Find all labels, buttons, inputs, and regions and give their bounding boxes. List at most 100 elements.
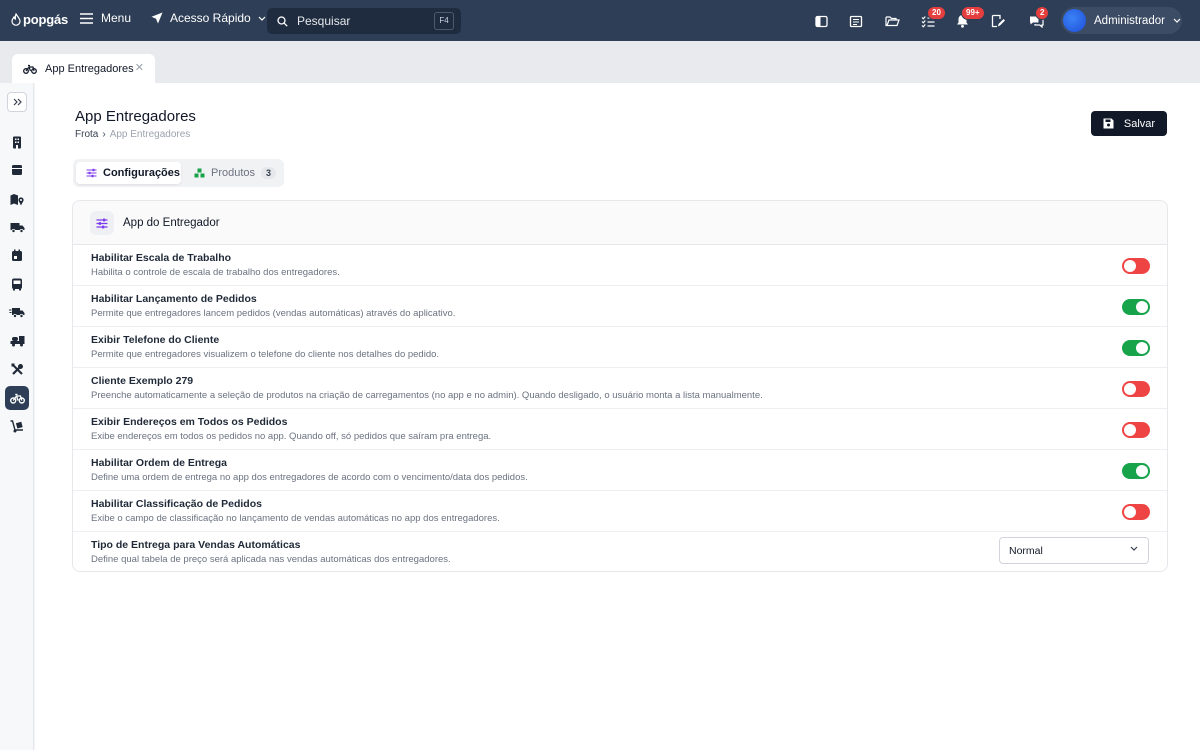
edit-button[interactable] (989, 12, 1007, 30)
tab-produtos[interactable]: Produtos 3 (191, 162, 281, 184)
menu-button[interactable]: Menu (80, 11, 131, 25)
quick-access-button[interactable]: Acesso Rápido (151, 11, 266, 25)
hand-truck-icon (10, 419, 23, 432)
sidebar-item-bus[interactable] (5, 272, 29, 296)
setting-toggle[interactable] (1122, 504, 1150, 520)
search-shortcut: F4 (434, 12, 454, 30)
search-input[interactable] (297, 14, 417, 28)
user-name: Administrador (1094, 14, 1165, 27)
tools-icon (11, 363, 23, 375)
tasks-button[interactable]: 20 (919, 6, 946, 30)
setting-toggle[interactable] (1122, 422, 1150, 438)
search-box[interactable]: F4 (267, 8, 461, 34)
setting-description: Permite que entregadores lancem pedidos … (91, 308, 456, 319)
delivery-type-select[interactable]: Normal (999, 537, 1149, 564)
breadcrumb-current: App Entregadores (109, 129, 191, 140)
calendar-icon (12, 249, 22, 261)
edit-note-icon (991, 14, 1005, 28)
user-menu-button[interactable]: Administrador (1061, 7, 1182, 34)
sidebar-item-dolly[interactable] (5, 414, 29, 438)
setting-description: Define uma ordem de entrega no app dos e… (91, 472, 528, 483)
bicycle-icon (23, 64, 37, 74)
sliders-icon (90, 211, 114, 235)
bicycle-icon (9, 393, 25, 404)
sidebar-item-tools[interactable] (5, 357, 29, 381)
save-button[interactable]: Salvar (1091, 111, 1167, 136)
avatar (1063, 9, 1086, 32)
sidebar-item-tank-truck[interactable] (5, 329, 29, 353)
setting-toggle[interactable] (1122, 381, 1150, 397)
main-content: App Entregadores Frota › App Entregadore… (35, 83, 1200, 750)
setting-description: Define qual tabela de preço será aplicad… (91, 554, 451, 565)
messages-button[interactable]: 2 (1027, 6, 1050, 30)
tab-bar: Configurações Produtos 3 (73, 159, 284, 187)
building-icon (13, 136, 21, 148)
setting-title: Habilitar Escala de Trabalho (91, 252, 232, 264)
settings-card: App do Entregador Habilitar Escala de Tr… (72, 200, 1168, 572)
box-icon (12, 165, 22, 175)
tab-configuracoes[interactable]: Configurações (76, 162, 181, 184)
setting-toggle[interactable] (1122, 258, 1150, 274)
setting-row: Habilitar Lançamento de Pedidos Permite … (73, 286, 1167, 327)
setting-title: Exibir Endereços em Todos os Pedidos (91, 416, 288, 428)
setting-title: Habilitar Ordem de Entrega (91, 457, 227, 469)
folder-button[interactable] (883, 12, 901, 30)
document-tab-label: App Entregadores (45, 62, 134, 75)
news-button[interactable] (847, 12, 865, 30)
map-location-icon (10, 193, 24, 205)
document-tab-app-entregadores[interactable]: App Entregadores ✕ (12, 54, 155, 83)
sidebar-panel-button[interactable] (812, 12, 830, 30)
setting-title: Cliente Exemplo 279 (91, 375, 194, 387)
setting-row: Cliente Exemplo 279 Preenche automaticam… (73, 368, 1167, 409)
page-title: App Entregadores (75, 108, 196, 125)
breadcrumb: Frota › App Entregadores (75, 129, 190, 140)
tab-label: Configurações (103, 167, 181, 179)
setting-row: Habilitar Escala de Trabalho Habilita o … (73, 245, 1167, 286)
setting-row: Exibir Telefone do Cliente Permite que e… (73, 327, 1167, 368)
setting-toggle[interactable] (1122, 299, 1150, 315)
cubes-icon (194, 168, 205, 178)
chevron-down-icon (258, 16, 266, 21)
fast-truck-icon (9, 307, 25, 318)
chevrons-right-icon (13, 98, 22, 106)
setting-description: Preenche automaticamente a seleção de pr… (91, 390, 763, 401)
floppy-disk-icon (1103, 118, 1114, 129)
close-icon[interactable]: ✕ (135, 61, 144, 74)
card-header: App do Entregador (73, 201, 1167, 245)
tasks-badge: 20 (927, 6, 946, 20)
sidebar-item-calendar[interactable] (5, 243, 29, 267)
top-bar: popgás Menu Acesso Rápido F4 20 99+ 2 (0, 0, 1200, 41)
notifications-button[interactable]: 99+ (953, 6, 985, 30)
messages-badge: 2 (1035, 6, 1050, 20)
breadcrumb-separator: › (102, 129, 106, 140)
tab-label: Produtos (211, 167, 256, 179)
setting-toggle[interactable] (1122, 463, 1150, 479)
sidebar-item-map[interactable] (5, 187, 29, 211)
setting-toggle[interactable] (1122, 340, 1150, 356)
sliders-icon (86, 168, 97, 178)
sidebar-item-inventory[interactable] (5, 158, 29, 182)
setting-description: Exibe o campo de classificação no lançam… (91, 513, 500, 524)
chevron-down-icon (1173, 18, 1181, 23)
hamburger-icon (80, 12, 93, 24)
save-button-label: Salvar (1123, 117, 1156, 130)
setting-row: Habilitar Classificação de Pedidos Exibe… (73, 491, 1167, 532)
setting-title: Tipo de Entrega para Vendas Automáticas (91, 539, 301, 551)
setting-description: Exibe endereços em todos os pedidos no a… (91, 431, 492, 442)
setting-title: Exibir Telefone do Cliente (91, 334, 220, 346)
sidebar-item-delivery-app[interactable] (5, 386, 29, 410)
send-icon (151, 12, 163, 24)
quick-access-label: Acesso Rápido (170, 11, 251, 25)
expand-sidebar-button[interactable] (7, 92, 27, 112)
setting-title: Habilitar Classificação de Pedidos (91, 498, 262, 510)
tank-truck-icon (10, 336, 24, 347)
app-logo[interactable]: popgás (11, 12, 68, 27)
sidebar-item-shipping[interactable] (5, 215, 29, 239)
menu-label: Menu (101, 11, 132, 25)
breadcrumb-parent[interactable]: Frota (75, 129, 98, 140)
folder-open-icon (884, 16, 900, 27)
sidebar-item-fast-delivery[interactable] (5, 300, 29, 324)
logo-text: popgás (23, 12, 69, 27)
sidebar-item-building[interactable] (5, 130, 29, 154)
sidebar (0, 83, 34, 750)
